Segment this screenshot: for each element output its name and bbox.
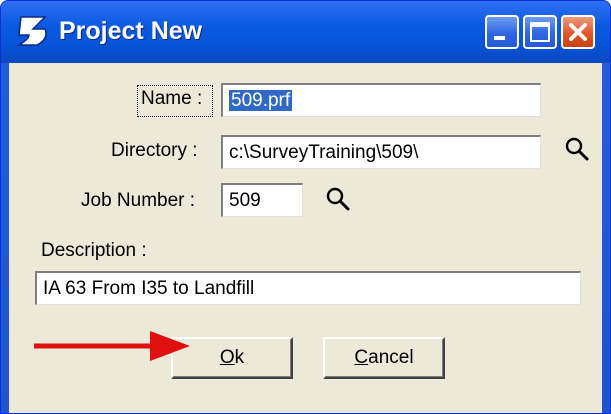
job-number-field[interactable]: 509: [221, 183, 303, 217]
app-logo-icon: [16, 16, 47, 46]
close-button[interactable]: [561, 15, 595, 49]
job-number-label: Job Number :: [81, 190, 196, 211]
title-bar[interactable]: Project New: [1, 1, 610, 63]
minimize-icon: [494, 36, 505, 40]
directory-label: Directory :: [111, 140, 198, 161]
window-title: Project New: [59, 17, 203, 45]
annotation-arrow-icon: [34, 331, 190, 361]
maximize-icon: [530, 22, 550, 42]
description-value: IA 63 From I35 to Landfill: [43, 278, 255, 299]
description-label: Description :: [41, 240, 147, 261]
directory-field[interactable]: c:\SurveyTraining\509\: [221, 135, 541, 169]
directory-value: c:\SurveyTraining\509\: [229, 142, 419, 163]
directory-search-icon[interactable]: [564, 136, 590, 162]
job-number-value: 509: [229, 190, 261, 211]
name-field[interactable]: 509.prf: [221, 83, 541, 117]
ok-mnemonic: O: [219, 347, 235, 368]
cancel-label-rest: ancel: [368, 347, 414, 368]
cancel-mnemonic: C: [354, 347, 369, 368]
job-number-search-icon[interactable]: [325, 186, 351, 212]
maximize-button[interactable]: [523, 15, 557, 49]
cancel-button[interactable]: Cancel: [323, 337, 445, 379]
ok-label-rest: k: [234, 347, 245, 368]
close-icon: [569, 23, 587, 41]
description-field[interactable]: IA 63 From I35 to Landfill: [35, 271, 581, 305]
minimize-button[interactable]: [485, 15, 519, 49]
name-value: 509.prf: [229, 90, 293, 111]
name-label: Name :: [141, 88, 203, 109]
